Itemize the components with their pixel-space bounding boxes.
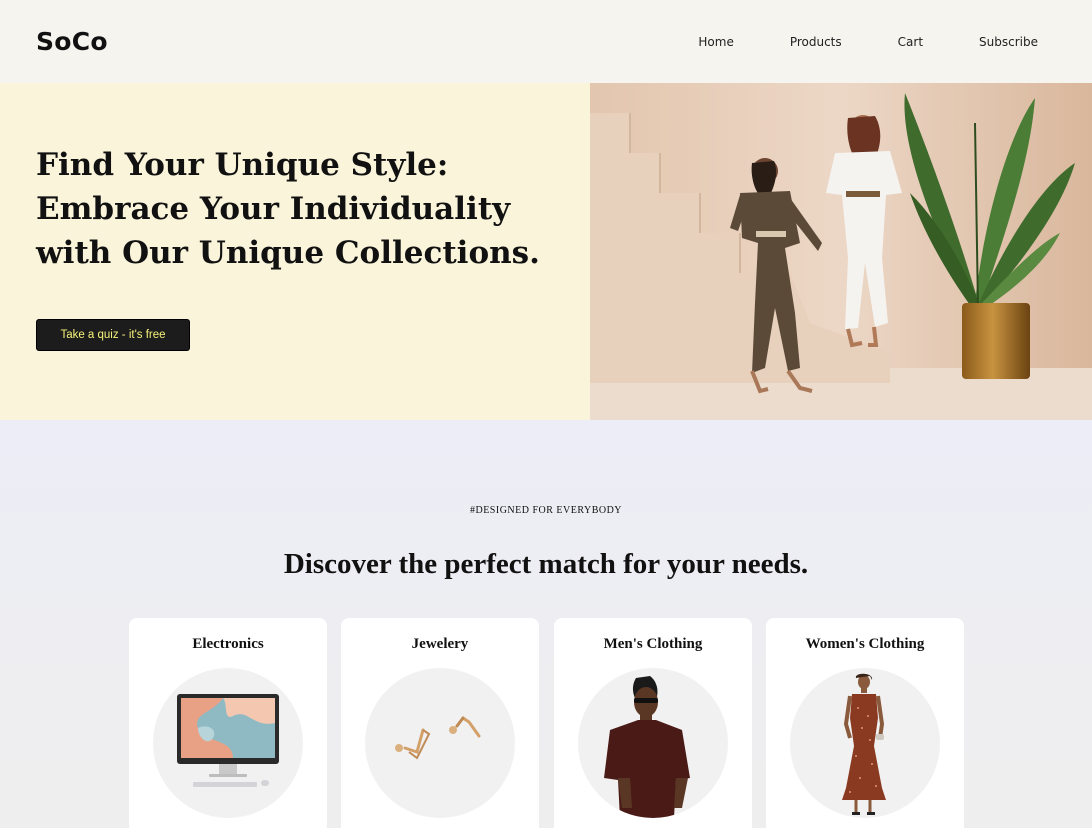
hero-image — [590, 83, 1092, 420]
section-tag: #DESIGNED FOR EVERYBODY — [469, 505, 623, 516]
nav-cart[interactable]: Cart — [898, 35, 923, 49]
category-image — [153, 668, 303, 818]
section-title: Discover the perfect match for your need… — [283, 548, 809, 580]
nav-subscribe[interactable]: Subscribe — [979, 35, 1038, 49]
woman-dress-icon — [842, 673, 886, 815]
nav-home[interactable]: Home — [698, 35, 733, 49]
logo[interactable]: SoCo — [36, 27, 108, 56]
nav-products[interactable]: Products — [790, 35, 842, 49]
category-image — [365, 668, 515, 818]
category-label: Men's Clothing — [603, 636, 703, 652]
category-card-electronics[interactable]: Electronics — [129, 618, 327, 828]
categories-section: #DESIGNED FOR EVERYBODY Discover the per… — [0, 420, 1092, 828]
category-card-jewelery[interactable]: Jewelery — [341, 618, 539, 828]
category-label: Women's Clothing — [805, 636, 925, 652]
monitor-icon — [177, 694, 279, 787]
main-nav: Home Products Cart Subscribe — [642, 35, 1038, 49]
site-header: SoCo Home Products Cart Subscribe — [0, 0, 1092, 83]
category-label: Electronics — [192, 636, 264, 652]
category-card-womens-clothing[interactable]: Women's Clothing — [766, 618, 964, 828]
take-quiz-button[interactable]: Take a quiz - it's free — [36, 319, 190, 351]
fashion-models-image — [590, 83, 1092, 420]
category-image — [790, 668, 940, 818]
man-tshirt-icon — [604, 676, 690, 818]
hero-panel: Find Your Unique Style: Embrace Your Ind… — [0, 83, 590, 420]
earrings-icon — [395, 716, 481, 760]
category-label: Jewelery — [411, 636, 469, 652]
hero-title: Find Your Unique Style: Embrace Your Ind… — [36, 147, 540, 271]
category-card-mens-clothing[interactable]: Men's Clothing — [554, 618, 752, 828]
category-image — [578, 668, 728, 818]
